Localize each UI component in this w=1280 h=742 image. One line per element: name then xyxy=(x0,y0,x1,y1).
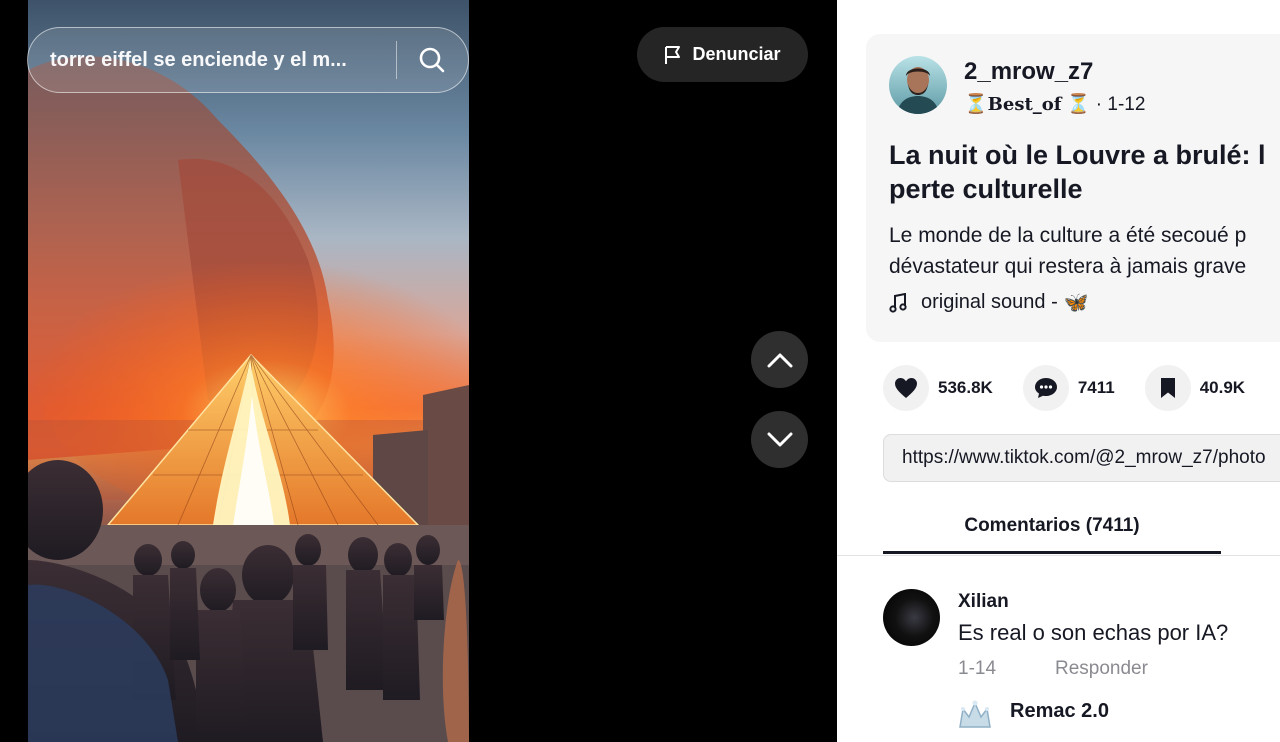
report-button[interactable]: Denunciar xyxy=(637,27,808,82)
hourglass-icon: ⏳ xyxy=(1061,94,1091,115)
post-title: La nuit où le Louvre a brulé: l perte cu… xyxy=(889,138,1280,206)
engagement-stats: 536.8K 7411 40.9K xyxy=(883,364,1275,412)
bookmark-icon xyxy=(1160,378,1175,398)
author-username[interactable]: 2_mrow_z7 xyxy=(964,58,1093,86)
post-description: Le monde de la culture a été secoué p dé… xyxy=(889,220,1280,282)
photo-viewer: torre eiffel se enciende y el m... Denun… xyxy=(0,0,837,742)
tab-comments[interactable]: Comentarios (7411) xyxy=(883,500,1221,554)
search-bar[interactable]: torre eiffel se enciende y el m... xyxy=(27,27,469,93)
author-avatar[interactable] xyxy=(889,56,947,114)
flag-icon xyxy=(665,45,681,64)
previous-post-button[interactable] xyxy=(751,331,808,388)
report-label: Denunciar xyxy=(692,44,781,64)
save-icon-circle xyxy=(1144,365,1191,411)
chevron-down-icon xyxy=(767,432,792,446)
comment-author[interactable]: Xilian xyxy=(958,591,1009,613)
search-icon xyxy=(419,47,445,73)
like-button[interactable]: 536.8K xyxy=(883,365,993,411)
post-info-card: 2_mrow_z7 ⏳Best_of ⏳ · 1-12 La nuit où l… xyxy=(866,34,1280,342)
like-count: 536.8K xyxy=(938,378,993,397)
post-description-line1: Le monde de la culture a été secoué p xyxy=(889,224,1247,247)
search-button[interactable] xyxy=(397,30,467,90)
post-date: · xyxy=(1095,94,1108,115)
save-count: 40.9K xyxy=(1199,378,1246,397)
butterfly-icon: 🦋 xyxy=(1063,292,1089,314)
chevron-up-icon xyxy=(767,353,792,367)
sound-label: original sound - xyxy=(921,291,1058,313)
comment-text: Es real o son echas por IA? xyxy=(958,620,1229,645)
save-button[interactable]: 40.9K xyxy=(1144,365,1246,411)
details-panel: 2_mrow_z7 ⏳Best_of ⏳ · 1-12 La nuit où l… xyxy=(837,0,1280,742)
comment-button[interactable]: 7411 xyxy=(1022,365,1115,411)
search-input[interactable]: torre eiffel se enciende y el m... xyxy=(28,49,396,72)
post-title-line2: perte culturelle xyxy=(889,174,1083,204)
comment-icon-circle xyxy=(1022,365,1069,411)
music-note-icon xyxy=(889,292,907,313)
tab-divider xyxy=(837,555,1280,556)
crown-avatar-icon[interactable] xyxy=(957,697,993,731)
hourglass-icon: ⏳ xyxy=(964,94,988,115)
comment-count: 7411 xyxy=(1077,378,1115,397)
reply-button[interactable]: Responder xyxy=(1055,658,1148,680)
share-url-field[interactable]: https://www.tiktok.com/@2_mrow_z7/photo xyxy=(883,434,1280,482)
like-icon-circle xyxy=(883,365,929,411)
post-sound[interactable]: original sound - 🦋 xyxy=(889,290,1089,315)
comment-icon xyxy=(1034,378,1057,398)
author-avatar-image xyxy=(897,67,939,114)
post-photo[interactable] xyxy=(28,0,469,742)
heart-icon xyxy=(895,378,917,398)
comment-date: 1-14 xyxy=(958,658,997,679)
author-badge: Best_of xyxy=(987,94,1062,115)
comment-author-2[interactable]: Remac 2.0 xyxy=(1010,700,1109,723)
post-description-line2: dévastateur qui restera à jamais grave xyxy=(889,255,1247,278)
comment-avatar[interactable] xyxy=(883,589,940,646)
author-subtitle: ⏳Best_of ⏳ · 1-12 xyxy=(964,92,1145,116)
next-post-button[interactable] xyxy=(751,411,808,468)
post-date-value: 1-12 xyxy=(1107,94,1146,115)
louvre-fire-image xyxy=(28,56,469,742)
post-title-line1: La nuit où le Louvre a brulé: l xyxy=(889,140,1266,170)
